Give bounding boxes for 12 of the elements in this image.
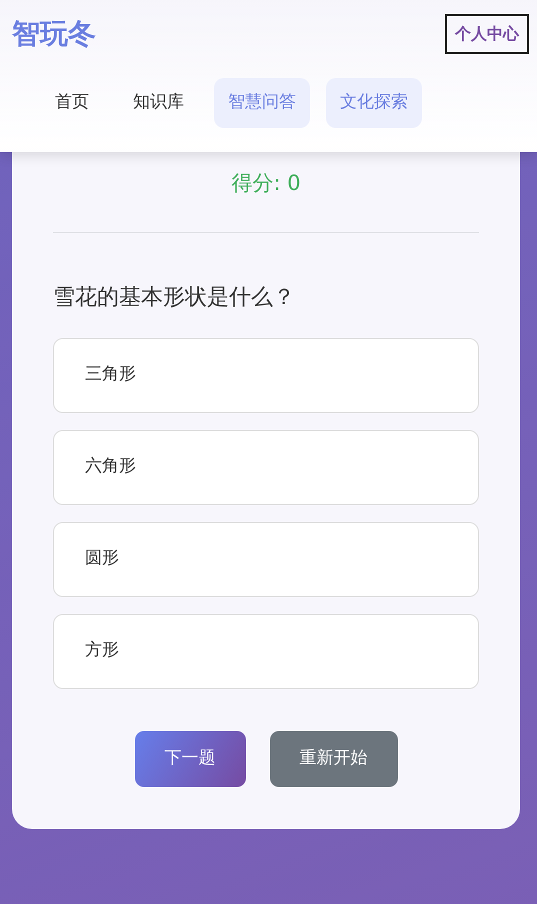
restart-button[interactable]: 重新开始 [270, 730, 398, 786]
answer-option[interactable]: 圆形 [53, 522, 479, 596]
answer-option[interactable]: 方形 [53, 614, 479, 688]
nav-tab[interactable]: 首页 [41, 78, 103, 128]
answer-option[interactable]: 六角形 [53, 430, 479, 504]
score-text: 得分: 0 [230, 170, 302, 197]
profile-button[interactable]: 个人中心 [445, 14, 529, 54]
next-question-button[interactable]: 下一题 [134, 730, 246, 786]
app-logo: 智玩冬 [12, 16, 96, 52]
answer-option[interactable]: 三角形 [53, 338, 479, 412]
question-text: 雪花的基本形状是什么？ [53, 284, 296, 312]
nav-tab[interactable]: 知识库 [119, 78, 198, 128]
